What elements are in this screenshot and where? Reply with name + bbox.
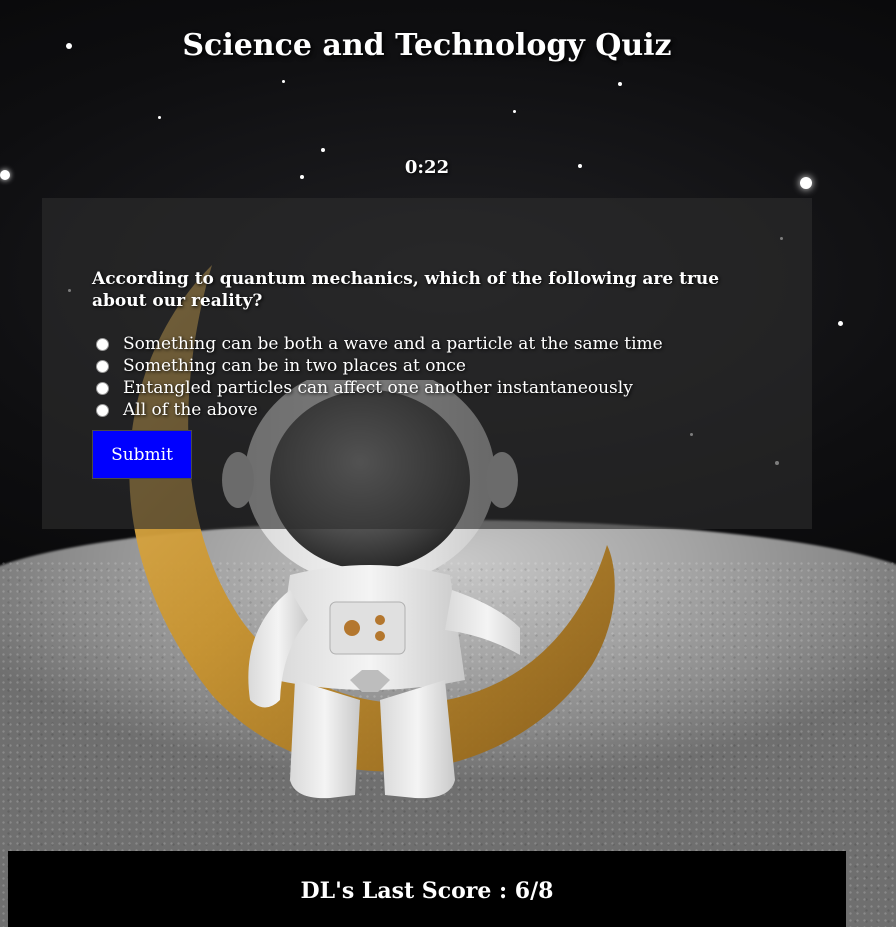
radio-button[interactable] [96,337,109,351]
star-icon [158,116,161,119]
last-score-bar: DL's Last Score : 6/8 [8,851,846,927]
answer-options: Something can be both a wave and a parti… [96,333,663,421]
submit-button[interactable]: Submit [92,430,192,479]
page-title: Science and Technology Quiz [182,28,672,63]
radio-button[interactable] [96,403,109,417]
star-icon [838,321,843,326]
star-icon [800,177,812,189]
star-icon [282,80,285,83]
last-score-text: DL's Last Score : 6/8 [300,878,554,904]
star-icon [618,82,622,86]
answer-option-label: Entangled particles can affect one anoth… [123,378,633,398]
answer-option[interactable]: Something can be in two places at once [96,355,663,377]
answer-option[interactable]: Entangled particles can affect one anoth… [96,377,663,399]
question-text: According to quantum mechanics, which of… [92,269,720,311]
answer-option-label: All of the above [123,400,258,420]
countdown-timer: 0:22 [404,157,450,178]
quiz-card: According to quantum mechanics, which of… [42,198,812,529]
radio-button[interactable] [96,359,109,373]
answer-option-label: Something can be both a wave and a parti… [123,334,663,354]
answer-option[interactable]: All of the above [96,399,663,421]
answer-option-label: Something can be in two places at once [123,356,466,376]
radio-button[interactable] [96,381,109,395]
answer-option[interactable]: Something can be both a wave and a parti… [96,333,663,355]
star-icon [513,110,516,113]
star-icon [321,148,325,152]
